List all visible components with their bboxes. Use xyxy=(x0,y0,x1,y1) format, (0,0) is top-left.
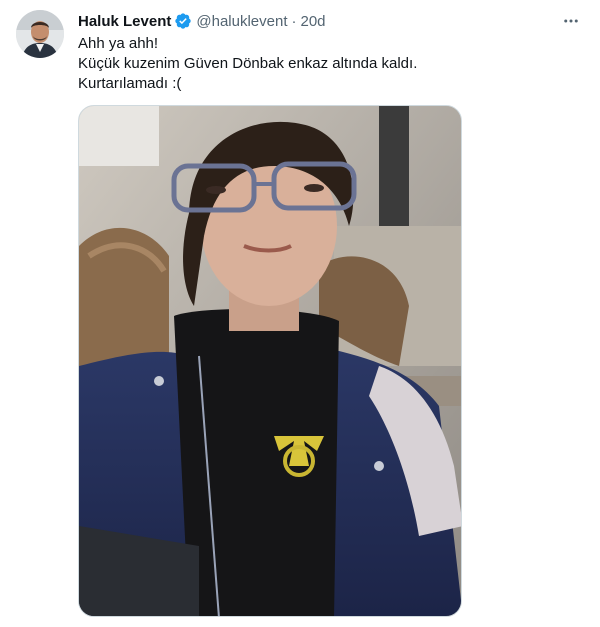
tweet-timestamp[interactable]: 20d xyxy=(301,13,326,30)
more-options-button[interactable] xyxy=(560,10,582,32)
tweet-photo-image xyxy=(79,106,461,616)
tweet-text-line: Ahh ya ahh! xyxy=(78,35,159,52)
author-handle[interactable]: @haluklevent xyxy=(196,13,287,30)
tweet-text: Ahh ya ahh! Küçük kuzenim Güven Dönbak e… xyxy=(78,34,578,94)
tweet-text-line: Kurtarılamadı :( xyxy=(78,75,182,92)
tweet-photo[interactable] xyxy=(78,105,462,617)
author-avatar[interactable] xyxy=(16,10,64,58)
verified-badge-icon xyxy=(174,12,192,30)
header-separator: · xyxy=(291,12,297,30)
more-options-icon xyxy=(564,19,578,23)
tweet-header: Haluk Levent @haluklevent · 20d xyxy=(78,11,326,31)
profile-avatar-icon xyxy=(16,10,64,58)
tweet-card[interactable]: Haluk Levent @haluklevent · 20d Ahh ya a… xyxy=(0,0,600,627)
author-display-name[interactable]: Haluk Levent xyxy=(78,13,171,30)
tweet-text-line: Küçük kuzenim Güven Dönbak enkaz altında… xyxy=(78,55,418,72)
